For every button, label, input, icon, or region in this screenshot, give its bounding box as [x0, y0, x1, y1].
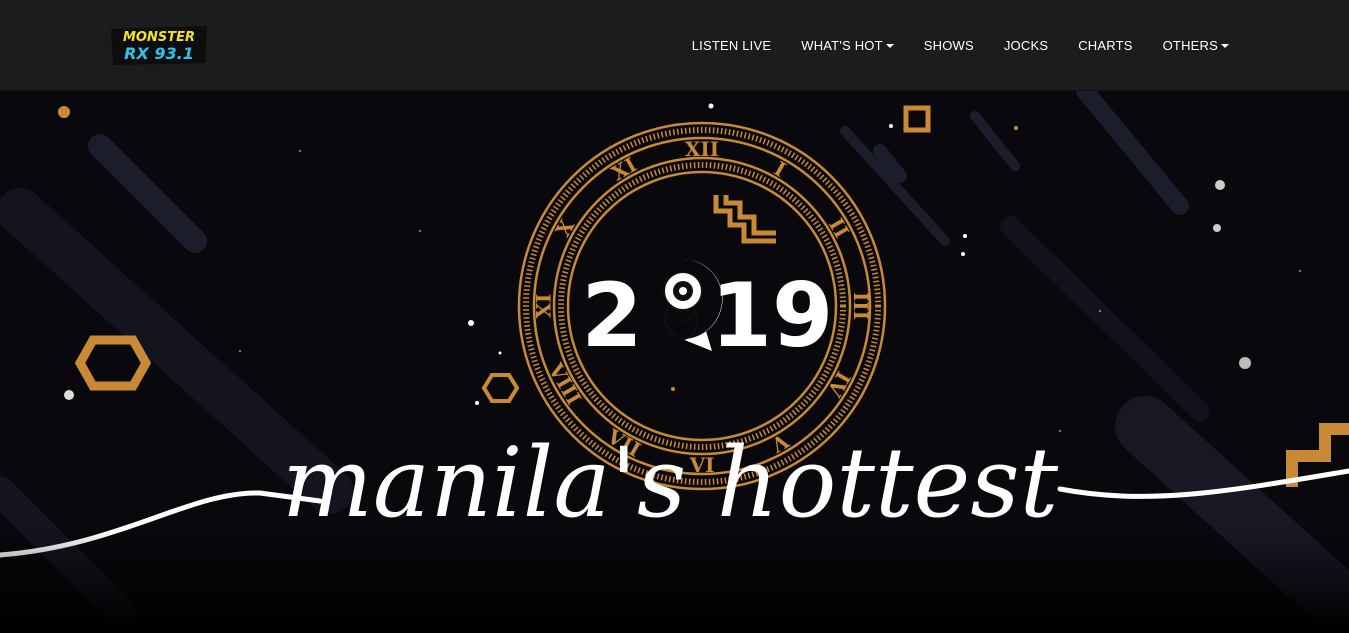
numeral-ii: II — [824, 214, 854, 242]
numeral-ix: IX — [531, 294, 555, 319]
nav-shows[interactable]: SHOWS — [924, 38, 974, 53]
nav-charts-label: CHARTS — [1078, 38, 1133, 53]
gold-hexagon-small-icon — [481, 373, 520, 403]
nav-shows-label: SHOWS — [923, 38, 974, 53]
hero-artwork: XII I II III IV V VI VII VIII IX X XI 2 — [0, 91, 1349, 633]
nav-whats-hot[interactable]: WHAT'S HOT — [801, 38, 894, 53]
year-digits-19: 19 — [711, 264, 833, 367]
numeral-iii: III — [849, 292, 873, 320]
year-digit-2: 2 — [581, 264, 642, 367]
nav-jocks[interactable]: JOCKS — [1004, 38, 1048, 53]
numeral-x: X — [551, 215, 580, 241]
caret-down-icon — [885, 43, 894, 48]
hero-banner: XII I II III IV V VI VII VIII IX X XI 2 — [0, 91, 1349, 633]
monster-rx-logo[interactable]: MONSTER RX 93.1 — [107, 23, 211, 67]
nav-listen-live[interactable]: LISTEN LIVE — [692, 38, 772, 53]
numeral-xii: XII — [685, 137, 719, 161]
gold-hexagon-icon — [74, 335, 152, 391]
logo-line2: RX 93.1 — [124, 44, 194, 63]
nav-charts[interactable]: CHARTS — [1078, 38, 1132, 53]
tagline-script: manila's hottest — [282, 427, 1059, 539]
logo-graphic: MONSTER RX 93.1 — [111, 26, 207, 65]
bottom-fade — [0, 531, 1349, 633]
main-nav-menu: LISTEN LIVE WHAT'S HOT SHOWS JOCKS CHART… — [662, 0, 1229, 91]
nav-others[interactable]: OTHERS — [1163, 38, 1229, 53]
nav-whats-hot-label: WHAT'S HOT — [801, 38, 883, 53]
logo-line1: MONSTER — [123, 30, 195, 45]
gold-square-icon — [903, 105, 931, 133]
numeral-i: I — [770, 156, 790, 181]
nav-listen-live-label: LISTEN LIVE — [691, 38, 772, 53]
caret-down-icon — [1221, 43, 1229, 48]
numeral-viii: VIII — [543, 358, 586, 409]
nav-jocks-label: JOCKS — [1003, 38, 1049, 53]
nav-others-label: OTHERS — [1162, 38, 1218, 53]
top-navbar: MONSTER RX 93.1 LISTEN LIVE WHAT'S HOT S… — [0, 0, 1349, 91]
